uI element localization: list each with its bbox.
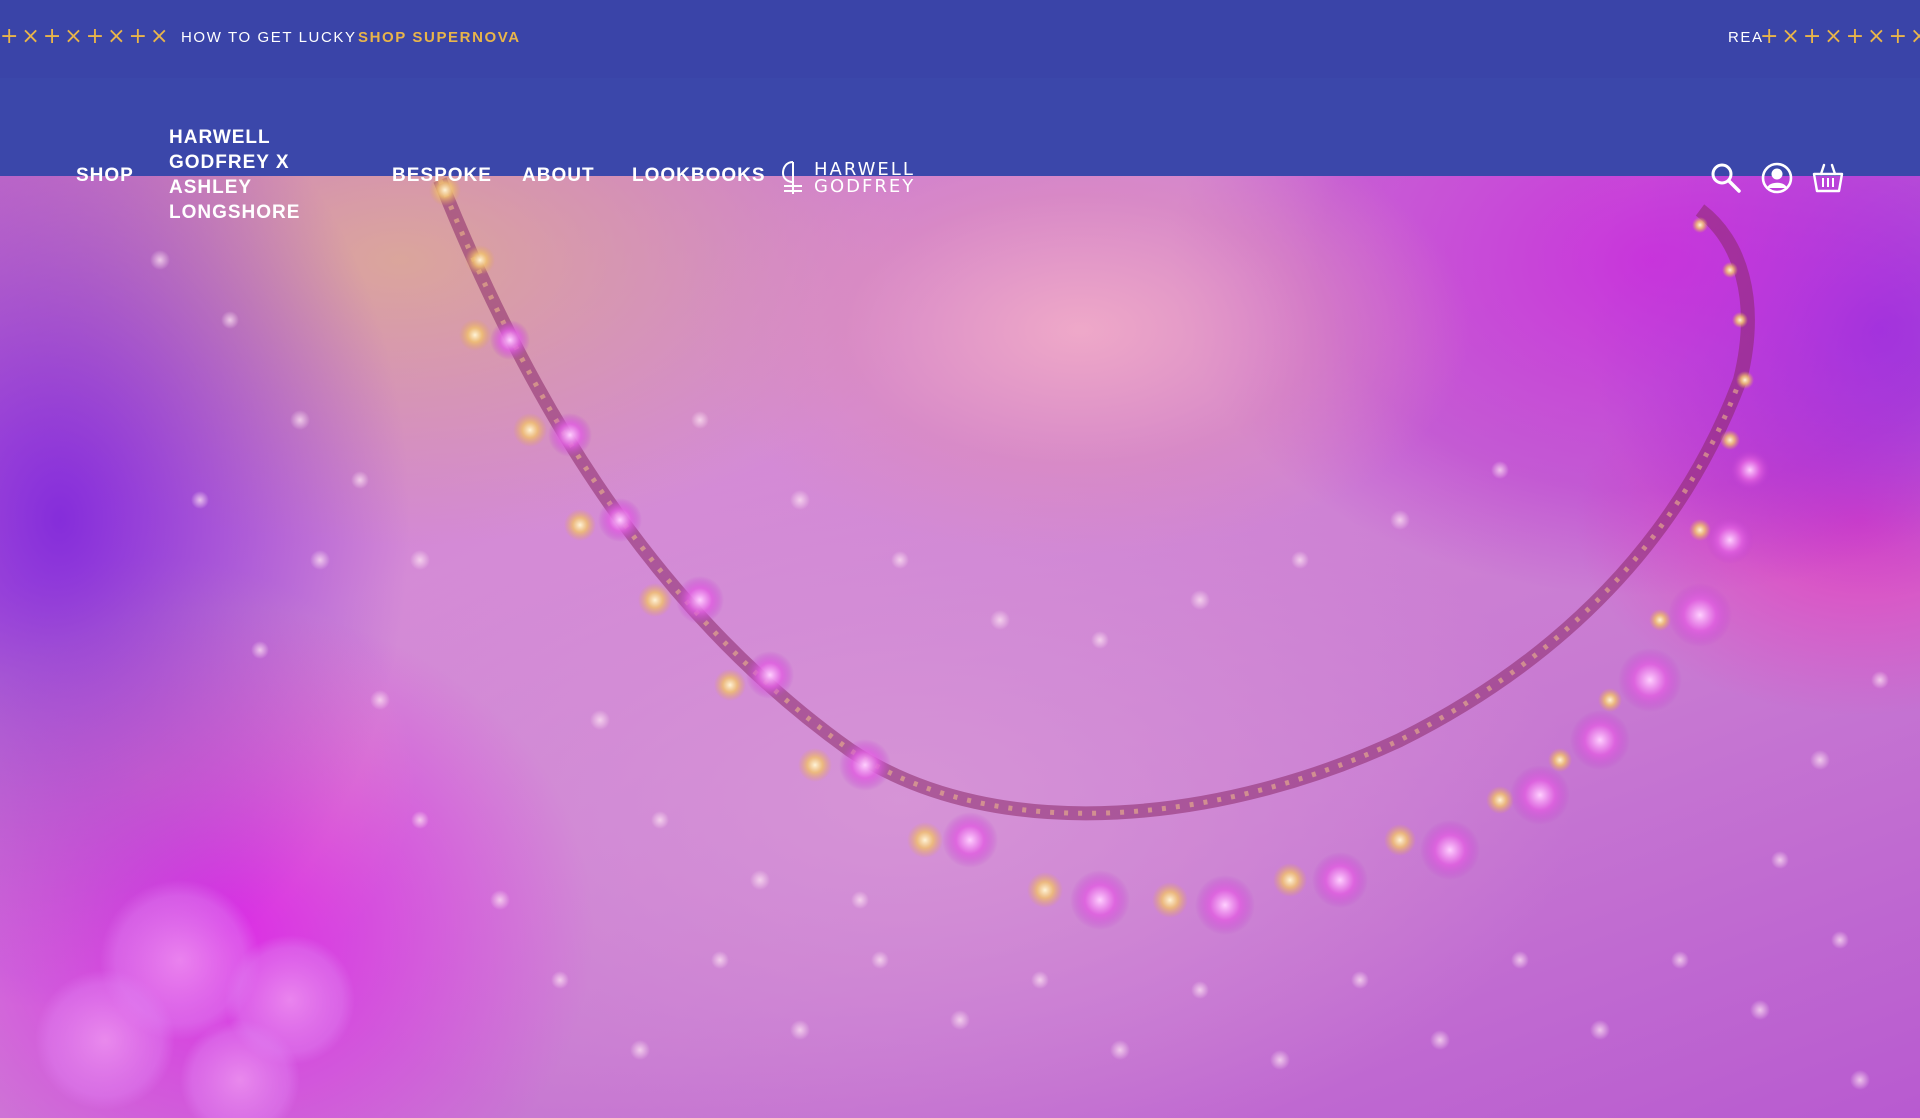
announcement-bar: +×+×+×+× HOW TO GET LUCKY SHOP SUPERNOVA…: [0, 0, 1920, 78]
nav-about[interactable]: ABOUT: [522, 163, 595, 188]
nav-lookbooks[interactable]: LOOKBOOKS: [632, 163, 766, 188]
nav-ashley-longshore-collab[interactable]: HARWELL GODFREY X ASHLEY LONGSHORE: [169, 125, 319, 225]
announcement-message-right: REA: [1728, 29, 1764, 46]
announcement-message: HOW TO GET LUCKY: [181, 29, 357, 46]
search-icon[interactable]: [1709, 161, 1743, 195]
logo-monogram-icon: [781, 161, 802, 194]
decorative-cross-marks-right: +×+×+×+×: [1760, 24, 1920, 49]
logo-line-2: GODFREY: [814, 176, 916, 197]
nav-bespoke[interactable]: BESPOKE: [392, 163, 492, 188]
announcement-shop-link[interactable]: SHOP SUPERNOVA: [358, 29, 521, 46]
page: +×+×+×+× HOW TO GET LUCKY SHOP SUPERNOVA…: [0, 0, 1920, 1118]
nav-shop[interactable]: SHOP: [76, 163, 134, 188]
account-icon[interactable]: [1760, 161, 1794, 195]
basket-icon[interactable]: [1811, 161, 1845, 195]
decorative-cross-marks-left: +×+×+×+×: [0, 24, 172, 49]
brand-logo[interactable]: HARWELL GODFREY: [780, 158, 915, 198]
logo-wordmark: HARWELL GODFREY: [814, 161, 916, 197]
